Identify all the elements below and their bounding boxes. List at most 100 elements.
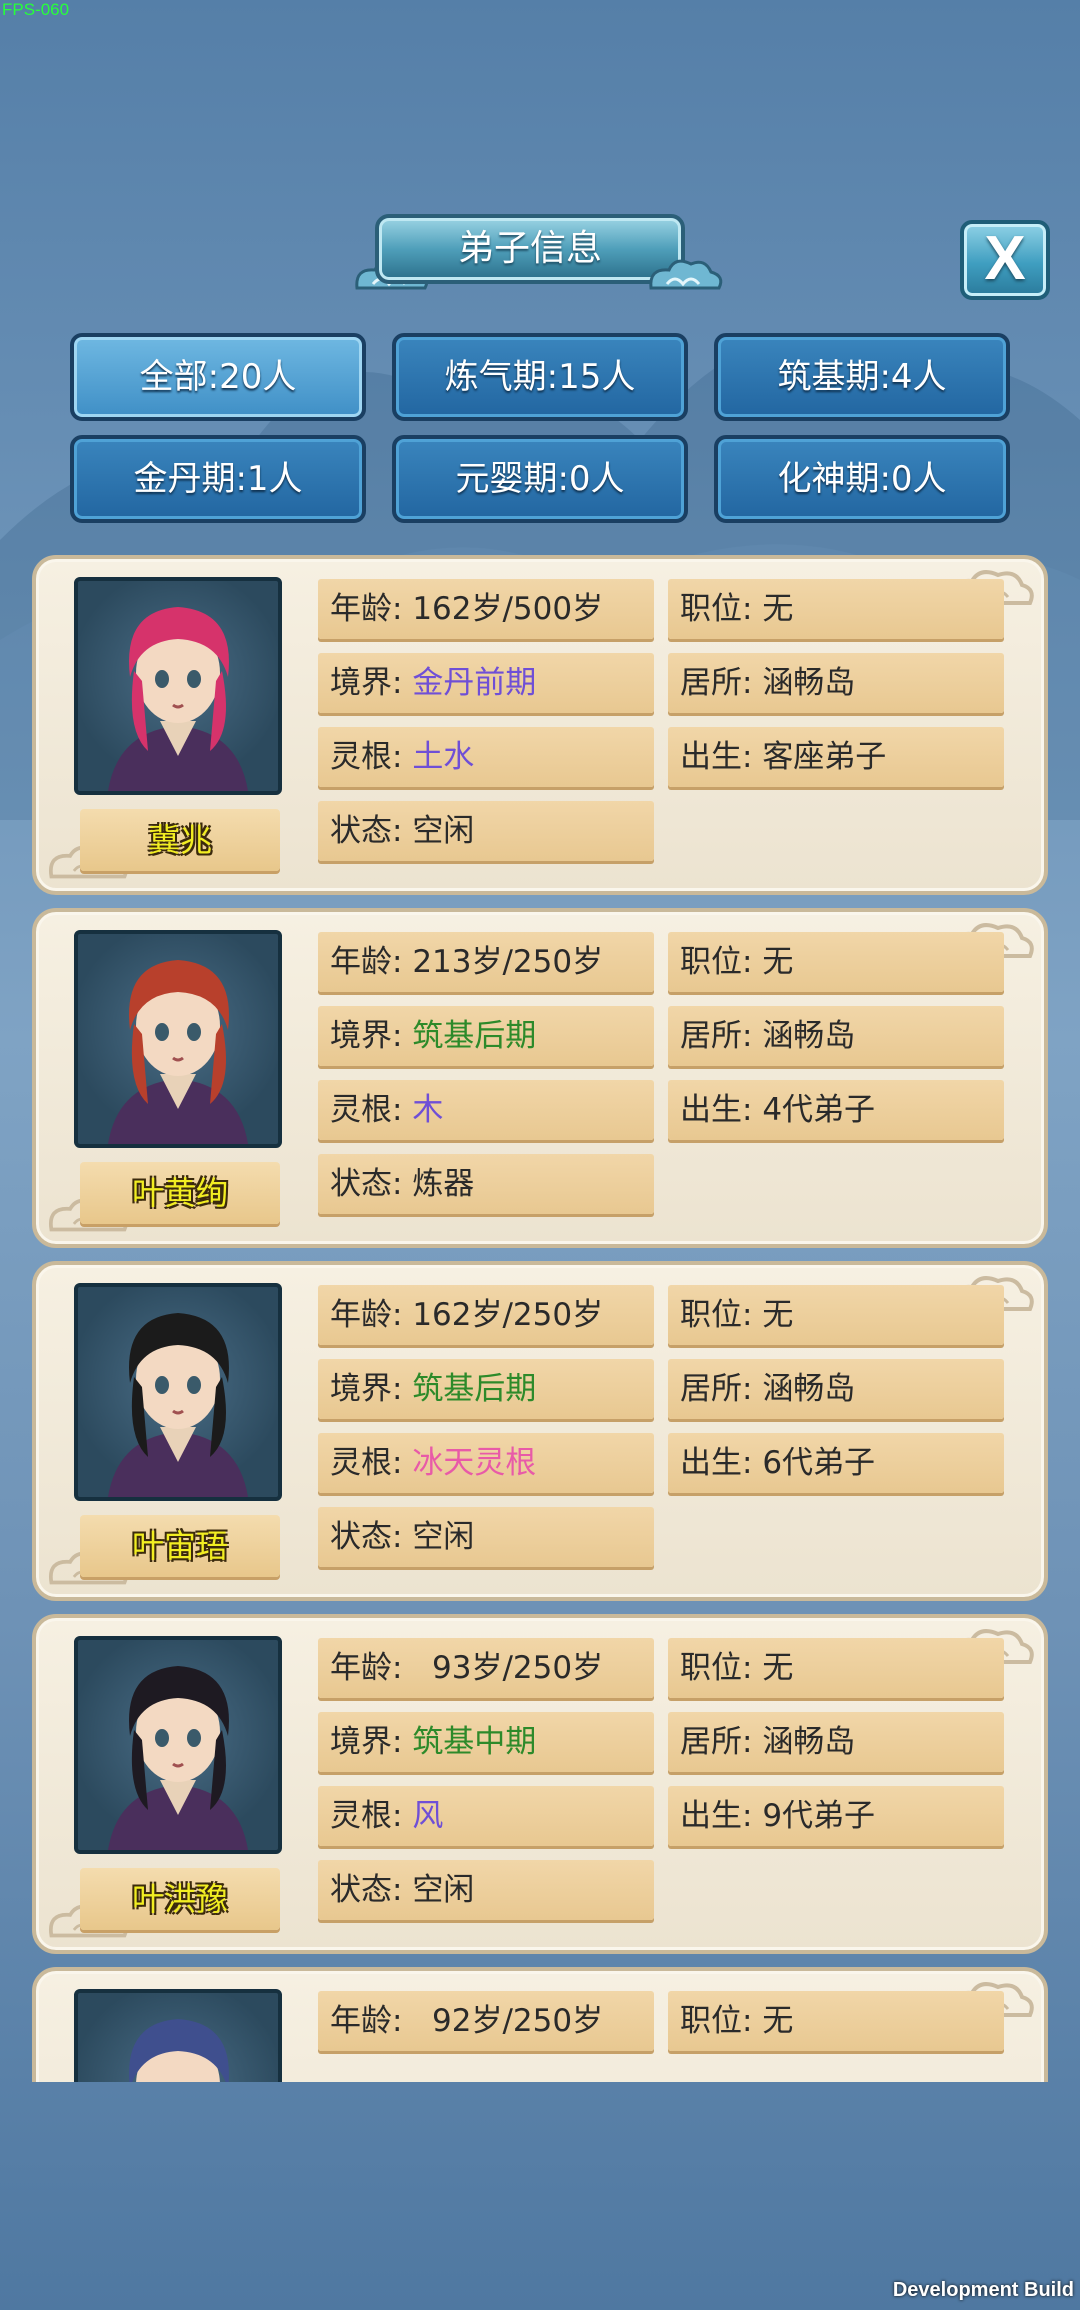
portrait-figure: [129, 2019, 229, 2082]
position-field-label: 职位:: [680, 1297, 753, 1333]
disciple-name: 叶洪豫: [80, 1868, 280, 1930]
disciple-name: 叶黄绚: [80, 1162, 280, 1224]
disciple-card[interactable]: 冀兆 年龄: 162岁/500岁 职位: 无境界: 金丹前期 居所: 涵畅岛 灵根: 土…: [32, 555, 1048, 895]
residence-field-label: 居所:: [680, 1018, 753, 1054]
filter-deity-button[interactable]: 化神期:0人: [714, 435, 1010, 523]
position-field-label: 职位:: [680, 944, 753, 980]
spirit-root-field-label: 灵根:: [330, 1092, 403, 1128]
residence-field: 居所: 涵畅岛: [668, 653, 1004, 713]
status-field: 状态: 空闲: [318, 1860, 654, 1920]
residence-field: 居所: 涵畅岛: [668, 1712, 1004, 1772]
spirit-root-field: 灵根: 冰天灵根: [318, 1433, 654, 1493]
position-field-value: 无: [762, 2003, 794, 2039]
spirit-root-field-label: 灵根:: [330, 1445, 403, 1481]
disciple-portrait[interactable]: [74, 1636, 282, 1854]
filter-nascent-soul-button[interactable]: 元婴期:0人: [392, 435, 688, 523]
realm-field-label: 境界:: [330, 1371, 403, 1407]
residence-field-label: 居所:: [680, 1371, 753, 1407]
realm-field-value: 筑基中期: [412, 1724, 537, 1760]
close-button[interactable]: X: [960, 220, 1050, 300]
disciple-list[interactable]: 冀兆 年龄: 162岁/500岁 职位: 无境界: 金丹前期 居所: 涵畅岛 灵根: 土…: [30, 555, 1050, 2082]
spirit-root-field-value: 土水: [412, 739, 475, 775]
position-field-label: 职位:: [680, 2003, 753, 2039]
status-field-value: 空闲: [412, 1519, 475, 1555]
position-field-label: 职位:: [680, 1650, 753, 1686]
disciple-card[interactable]: 叶洪豫 年龄: 93岁/250岁 职位: 无境界: 筑基中期 居所: 涵畅岛 灵根: 风…: [32, 1614, 1048, 1954]
status-field-value: 空闲: [412, 1872, 475, 1908]
birth-field-value: 4代弟子: [762, 1092, 876, 1128]
position-field-value: 无: [762, 944, 794, 980]
age-field-value: 213岁/250岁: [412, 944, 604, 980]
disciple-card[interactable]: 年龄: 92岁/250岁 职位: 无: [32, 1967, 1048, 2082]
development-build-label: Development Build: [892, 2279, 1074, 2301]
realm-field-value: 筑基后期: [412, 1018, 537, 1054]
age-field-label: 年龄:: [330, 591, 403, 627]
age-field-label: 年龄:: [330, 2003, 403, 2039]
age-field-value: 93岁/250岁: [412, 1650, 604, 1686]
title-banner: 弟子信息: [355, 210, 725, 310]
age-field: 年龄: 92岁/250岁: [318, 1991, 654, 2051]
spirit-root-field-label: 灵根:: [330, 739, 403, 775]
disciple-card[interactable]: 叶宙珸 年龄: 162岁/250岁 职位: 无境界: 筑基后期 居所: 涵畅岛 灵根: …: [32, 1261, 1048, 1601]
residence-field-value: 涵畅岛: [762, 1018, 856, 1054]
filter-qi-refining-button[interactable]: 炼气期:15人: [392, 333, 688, 421]
age-field-label: 年龄:: [330, 1297, 403, 1333]
status-field: 状态: 炼器: [318, 1154, 654, 1214]
disciple-portrait[interactable]: [74, 930, 282, 1148]
realm-field: 境界: 筑基中期: [318, 1712, 654, 1772]
disciple-name: 冀兆: [80, 809, 280, 871]
filter-golden-core-button[interactable]: 金丹期:1人: [70, 435, 366, 523]
position-field-value: 无: [762, 1297, 794, 1333]
filter-foundation-button[interactable]: 筑基期:4人: [714, 333, 1010, 421]
fps-counter: FPS-060: [2, 0, 70, 19]
birth-field-value: 6代弟子: [762, 1445, 876, 1481]
portrait-figure: [108, 1666, 248, 1850]
disciple-name: 叶宙珸: [80, 1515, 280, 1577]
residence-field-label: 居所:: [680, 665, 753, 701]
spirit-root-field: 灵根: 土水: [318, 727, 654, 787]
portrait-figure: [108, 607, 248, 791]
residence-field: 居所: 涵畅岛: [668, 1359, 1004, 1419]
realm-field-value: 金丹前期: [412, 665, 537, 701]
birth-field: 出生: 4代弟子: [668, 1080, 1004, 1140]
birth-field-label: 出生:: [680, 1798, 753, 1834]
disciple-portrait[interactable]: [74, 577, 282, 795]
realm-field-label: 境界:: [330, 1018, 403, 1054]
age-field-value: 92岁/250岁: [412, 2003, 604, 2039]
birth-field-value: 9代弟子: [762, 1798, 876, 1834]
status-field-label: 状态:: [330, 813, 403, 849]
spirit-root-field-value: 冰天灵根: [412, 1445, 537, 1481]
status-field-label: 状态:: [330, 1872, 403, 1908]
portrait-figure: [108, 1313, 248, 1497]
disciple-portrait[interactable]: [74, 1283, 282, 1501]
disciple-portrait[interactable]: [74, 1989, 282, 2082]
status-field-value: 炼器: [412, 1166, 475, 1202]
spirit-root-field-value: 木: [412, 1092, 444, 1128]
cloud-ornament-right: [649, 259, 723, 290]
position-field-label: 职位:: [680, 591, 753, 627]
position-field: 职位: 无: [668, 932, 1004, 992]
age-field: 年龄: 213岁/250岁: [318, 932, 654, 992]
spirit-root-field-value: 风: [412, 1798, 444, 1834]
spirit-root-field: 灵根: 风: [318, 1786, 654, 1846]
spirit-root-field: 灵根: 木: [318, 1080, 654, 1140]
birth-field-label: 出生:: [680, 1092, 753, 1128]
birth-field: 出生: 9代弟子: [668, 1786, 1004, 1846]
position-field-value: 无: [762, 591, 794, 627]
age-field: 年龄: 162岁/250岁: [318, 1285, 654, 1345]
status-field: 状态: 空闲: [318, 801, 654, 861]
residence-field-value: 涵畅岛: [762, 665, 856, 701]
status-field-value: 空闲: [412, 813, 475, 849]
age-field-value: 162岁/250岁: [412, 1297, 604, 1333]
age-field-label: 年龄:: [330, 1650, 403, 1686]
position-field: 职位: 无: [668, 1991, 1004, 2051]
position-field: 职位: 无: [668, 579, 1004, 639]
birth-field-label: 出生:: [680, 1445, 753, 1481]
realm-field: 境界: 金丹前期: [318, 653, 654, 713]
disciple-card[interactable]: 叶黄绚 年龄: 213岁/250岁 职位: 无境界: 筑基后期 居所: 涵畅岛灵根: …: [32, 908, 1048, 1248]
residence-field-value: 涵畅岛: [762, 1724, 856, 1760]
spirit-root-field-label: 灵根:: [330, 1798, 403, 1834]
birth-field-label: 出生:: [680, 739, 753, 775]
portrait-figure: [108, 960, 248, 1144]
filter-all-button[interactable]: 全部:20人: [70, 333, 366, 421]
